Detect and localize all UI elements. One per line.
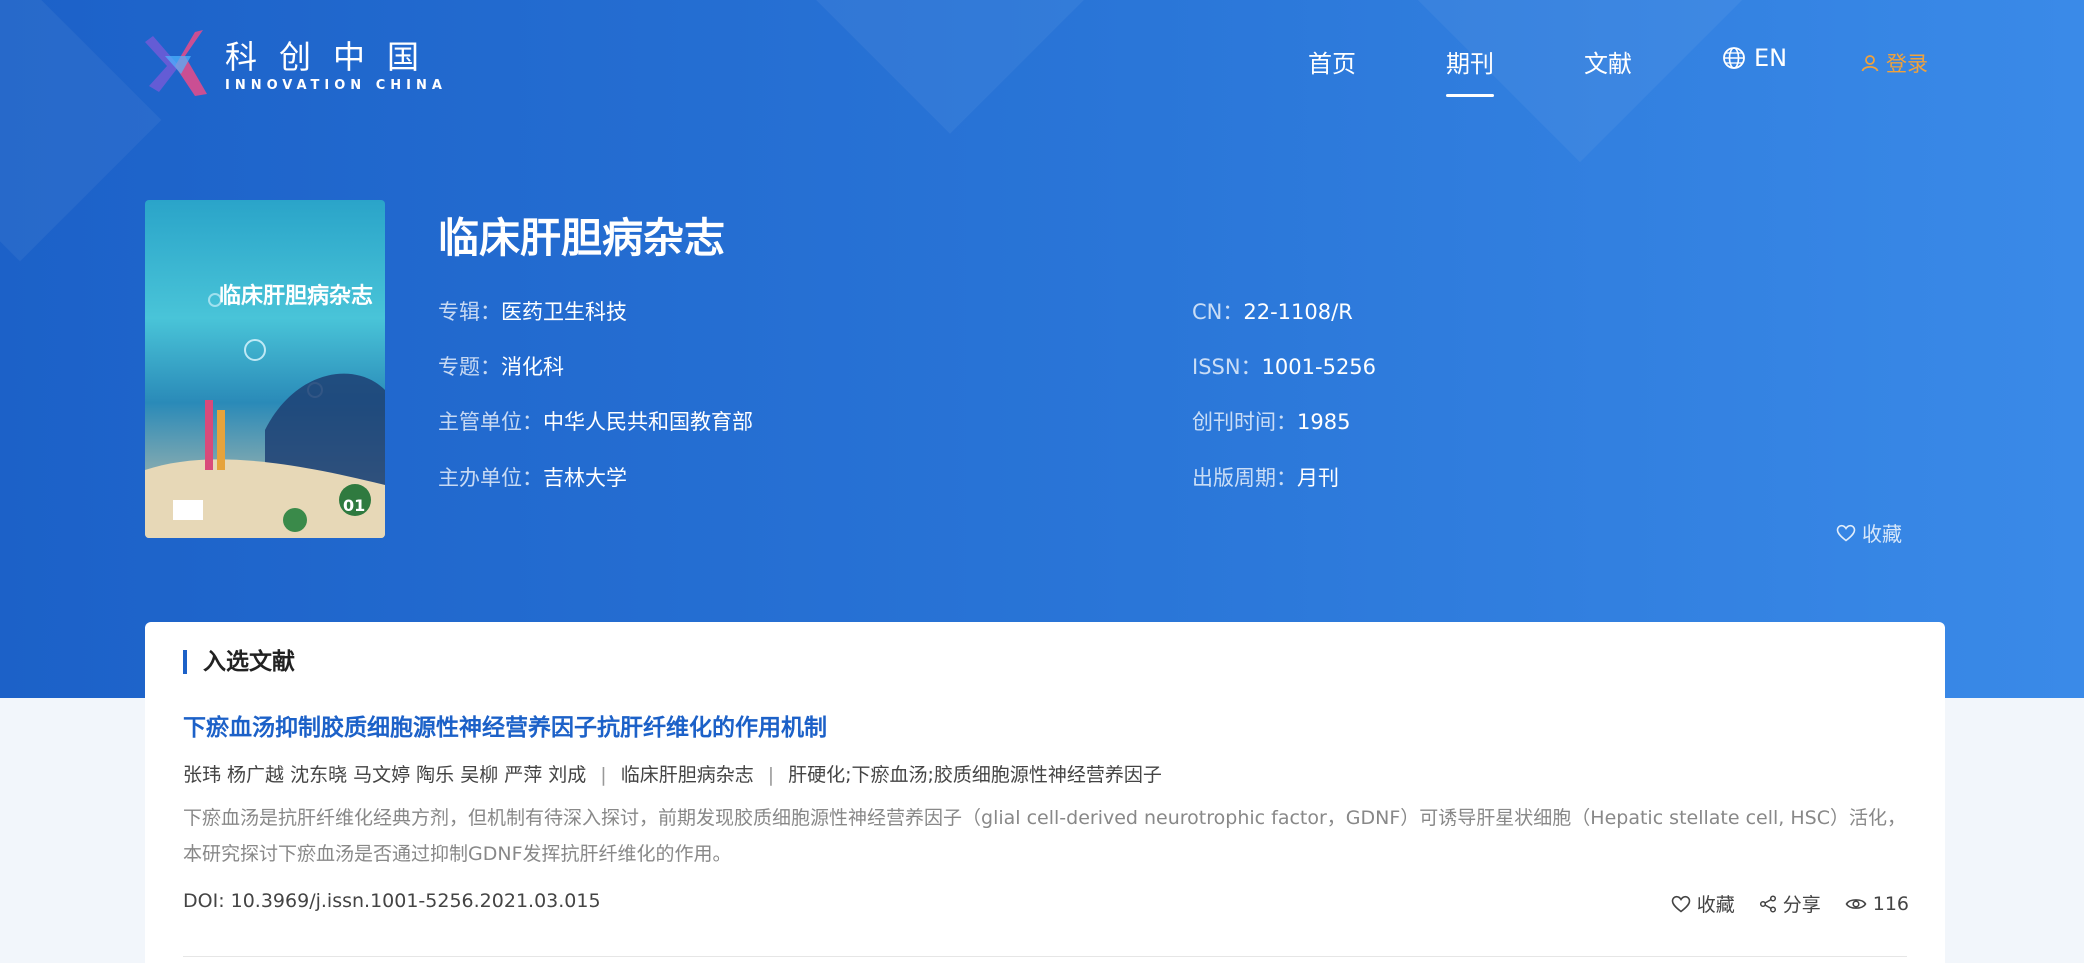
journal-cover-image [145,293,385,538]
globe-icon [1723,47,1745,69]
meta-sponsor: 主办单位：吉林大学 [438,466,627,490]
byline-separator: | [767,764,775,786]
article-view-count: 116 [1872,892,1909,915]
nav-home[interactable]: 首页 [1308,44,1356,79]
article-byline: 张玮 杨广越 沈东晓 马文婷 陶乐 吴柳 严萍 刘成 | 临床肝胆病杂志 | 肝硬化;下… [183,760,1162,787]
language-label: EN [1754,44,1788,72]
favorite-journal-button[interactable]: 收藏 [1836,518,1902,547]
article-keywords: 肝硬化;下瘀血汤;胶质细胞源性神经营养因子 [788,764,1162,786]
login-label: 登录 [1886,52,1928,76]
meta-topic: 专题：消化科 [438,355,564,379]
article-authors: 张玮 杨广越 沈东晓 马文婷 陶乐 吴柳 严萍 刘成 [183,764,587,786]
bg-shape [0,0,162,262]
article-share-button[interactable]: 分享 [1759,890,1821,917]
user-icon [1861,55,1879,72]
login-button[interactable]: 登录 [1860,48,1928,78]
meta-album: 专辑：医药卫生科技 [438,300,627,324]
cover-issue: 01 [343,496,366,515]
article-favorite-button[interactable]: 收藏 [1671,890,1735,917]
heart-icon [1836,524,1856,542]
favorite-journal-label: 收藏 [1862,522,1902,546]
article-favorite-label: 收藏 [1696,894,1735,916]
article-views: 116 [1845,890,1909,917]
article-share-label: 分享 [1782,894,1821,916]
article-title-link[interactable]: 下瘀血汤抑制胶质细胞源性神经营养因子抗肝纤维化的作用机制 [183,708,827,742]
meta-supervisor: 主管单位：中华人民共和国教育部 [438,410,753,434]
nav-literature[interactable]: 文献 [1584,44,1632,79]
top-nav: 首页 期刊 文献 EN 登录 [0,44,2084,97]
meta-cn: CN：22-1108/R [1192,300,1353,324]
article-actions: 收藏 分享 116 [1671,890,1909,917]
meta-issn: ISSN：1001-5256 [1192,355,1377,379]
selected-literature-card: 入选文献 下瘀血汤抑制胶质细胞源性神经营养因子抗肝纤维化的作用机制 张玮 杨广越… [145,622,1945,963]
byline-separator: | [600,764,607,786]
meta-frequency: 出版周期：月刊 [1192,466,1339,490]
heart-icon [1671,895,1691,913]
journal-cover[interactable]: 临床肝胆病杂志 01 [145,200,385,538]
cover-title: 临床肝胆病杂志 [219,284,374,309]
section-title: 入选文献 [183,650,295,674]
article-journal[interactable]: 临床肝胆病杂志 [621,764,754,786]
share-icon [1759,894,1776,913]
divider [183,956,1907,957]
article-abstract: 下瘀血汤是抗肝纤维化经典方剂，但机制有待深入探讨，前期发现胶质细胞源性神经营养因… [183,807,1906,865]
hero-banner: 科创中国 INNOVATION CHINA 首页 期刊 文献 EN 登录 临床肝… [0,0,2084,698]
journal-title: 临床肝胆病杂志 [438,214,725,262]
language-switch[interactable]: EN [1722,44,1787,72]
meta-founded: 创刊时间：1985 [1192,410,1351,434]
article-doi: DOI: 10.3969/j.issn.1001-5256.2021.03.01… [183,890,601,912]
eye-icon [1845,898,1867,909]
nav-journals[interactable]: 期刊 [1446,44,1494,97]
